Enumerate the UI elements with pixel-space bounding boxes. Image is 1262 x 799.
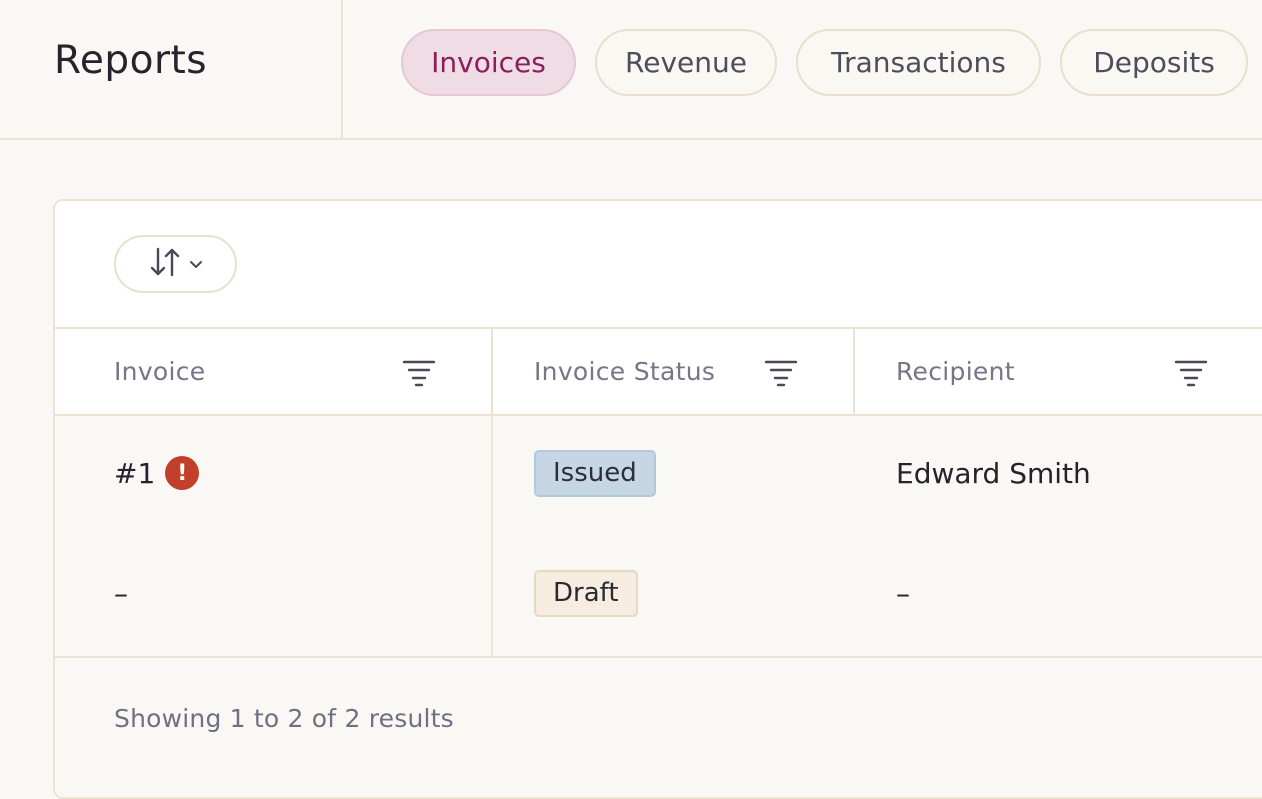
invoice-number: #1 <box>114 456 156 490</box>
status-cell: Issued <box>534 416 656 530</box>
column-header-label: Recipient <box>896 357 1015 386</box>
column-header-recipient[interactable]: Recipient <box>896 329 1015 414</box>
pagination-summary: Showing 1 to 2 of 2 results <box>114 704 454 733</box>
tab-invoices-label: Invoices <box>431 46 546 79</box>
recipient-cell: – <box>896 576 910 610</box>
tab-revenue-label: Revenue <box>625 46 747 79</box>
column-header-invoice[interactable]: Invoice <box>114 329 205 414</box>
column-header-label: Invoice <box>114 357 206 386</box>
column-header-invoice-status[interactable]: Invoice Status <box>534 329 715 414</box>
recipient-cell: Edward Smith <box>896 456 1091 490</box>
status-badge: Draft <box>534 569 638 617</box>
filter-icon[interactable] <box>1174 357 1208 391</box>
table-header: Invoice Invoice Status Recipient <box>55 327 1262 416</box>
column-divider <box>491 329 493 414</box>
column-divider <box>853 329 855 414</box>
table-toolbar <box>55 201 1262 327</box>
tab-transactions[interactable]: Transactions <box>796 29 1041 96</box>
table-row[interactable]: #1 ! Issued Edward Smith <box>55 416 1262 536</box>
status-badge: Issued <box>534 449 656 497</box>
report-table-card: Invoice Invoice Status Recipient #1 ! Is… <box>53 199 1262 799</box>
top-bar: Reports Invoices Revenue Transactions De… <box>0 0 1262 140</box>
tab-revenue[interactable]: Revenue <box>595 29 777 96</box>
table-footer: Showing 1 to 2 of 2 results <box>55 656 1262 797</box>
tab-transactions-label: Transactions <box>831 46 1006 79</box>
tab-deposits[interactable]: Deposits <box>1060 29 1248 96</box>
chevron-down-icon <box>188 255 204 274</box>
sort-button[interactable] <box>114 235 237 293</box>
invoice-number: – <box>114 576 128 610</box>
header-divider <box>341 0 343 140</box>
tab-deposits-label: Deposits <box>1093 46 1215 79</box>
table-body: #1 ! Issued Edward Smith – Draft – <box>55 416 1262 656</box>
status-cell: Draft <box>534 536 638 650</box>
invoice-cell: – <box>114 536 128 650</box>
table-row[interactable]: – Draft – <box>55 536 1262 656</box>
tab-invoices[interactable]: Invoices <box>401 29 576 96</box>
invoice-cell: #1 ! <box>114 416 200 530</box>
alert-icon[interactable]: ! <box>165 456 200 490</box>
sort-arrows-icon <box>148 245 182 283</box>
filter-icon[interactable] <box>764 357 798 391</box>
filter-icon[interactable] <box>402 357 436 391</box>
column-header-label: Invoice Status <box>534 357 716 386</box>
page-title: Reports <box>54 38 208 83</box>
